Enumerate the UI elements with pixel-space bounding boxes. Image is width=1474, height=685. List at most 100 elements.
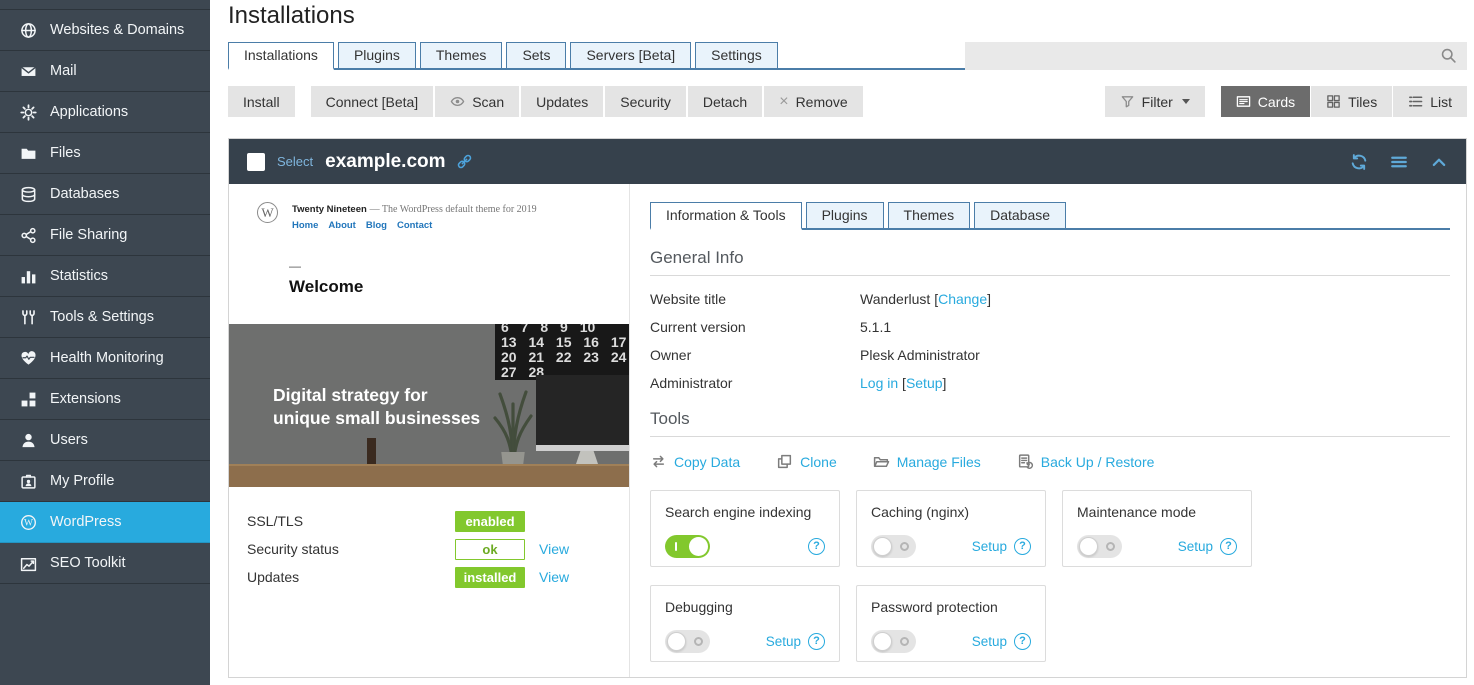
info-row-version: Current version 5.1.1 <box>650 319 1450 335</box>
view-tiles-button[interactable]: Tiles <box>1311 86 1392 117</box>
feature-card-password-protection: Password protection Setup? <box>856 585 1046 662</box>
sidebar-item-mail[interactable]: Mail <box>0 51 210 92</box>
help-icon[interactable]: ? <box>808 538 825 555</box>
view-link[interactable]: View <box>539 569 569 585</box>
list-view-icon <box>1408 94 1423 109</box>
x-icon: × <box>779 93 788 111</box>
password-setup-link[interactable]: Setup <box>972 634 1007 649</box>
status-row-ssl: SSL/TLS enabled <box>247 507 611 535</box>
search-engine-indexing-toggle[interactable] <box>665 535 710 558</box>
help-icon[interactable]: ? <box>1014 633 1031 650</box>
sidebar-item-my-profile[interactable]: My Profile <box>0 461 210 502</box>
backup-restore-link[interactable]: Back Up / Restore <box>1017 453 1155 470</box>
hero-monitor <box>536 375 629 451</box>
database-icon <box>20 186 37 203</box>
search-input[interactable] <box>965 42 1467 70</box>
action-button-group: Connect [Beta] Scan Updates Security Det… <box>311 86 863 117</box>
tab-settings[interactable]: Settings <box>695 42 778 68</box>
setup-link[interactable]: Setup <box>906 375 943 391</box>
view-list-button[interactable]: List <box>1393 86 1467 117</box>
sidebar-item-wordpress[interactable]: WordPress <box>0 502 210 543</box>
copy-data-link[interactable]: Copy Data <box>650 453 740 470</box>
feature-title: Password protection <box>871 599 1031 615</box>
site-preview-panel: W Twenty Nineteen — The WordPress defaul… <box>229 184 630 677</box>
sidebar-item-users[interactable]: Users <box>0 420 210 461</box>
refresh-icon[interactable] <box>1350 153 1368 171</box>
tab-themes[interactable]: Themes <box>420 42 503 68</box>
status-row-updates: Updates installed View <box>247 563 611 591</box>
tools-heading: Tools <box>650 409 1450 437</box>
select-checkbox[interactable] <box>247 153 265 171</box>
site-screenshot-header[interactable]: W Twenty Nineteen — The WordPress defaul… <box>229 184 629 324</box>
tab-information-tools[interactable]: Information & Tools <box>650 202 802 230</box>
tab-card-plugins[interactable]: Plugins <box>806 202 884 228</box>
main-tabs: Installations Plugins Themes Sets Server… <box>228 42 965 70</box>
gear-icon <box>20 104 37 121</box>
sidebar-item-extensions[interactable]: Extensions <box>0 379 210 420</box>
debugging-setup-link[interactable]: Setup <box>766 634 801 649</box>
hero-text: Digital strategy for unique small busine… <box>273 384 480 430</box>
sidebar-item-applications[interactable]: Applications <box>0 92 210 133</box>
password-protection-toggle[interactable] <box>871 630 916 653</box>
status-row-security: Security status ok View <box>247 535 611 563</box>
detach-button[interactable]: Detach <box>688 86 762 117</box>
install-button[interactable]: Install <box>228 86 295 117</box>
help-icon[interactable]: ? <box>808 633 825 650</box>
card-header: Select example.com <box>229 139 1466 184</box>
tab-servers-beta[interactable]: Servers [Beta] <box>570 42 691 68</box>
help-icon[interactable]: ? <box>1220 538 1237 555</box>
sidebar-item-websites-domains[interactable]: Websites & Domains <box>0 10 210 51</box>
tab-sets[interactable]: Sets <box>506 42 566 68</box>
help-icon[interactable]: ? <box>1014 538 1031 555</box>
wordpress-icon <box>20 514 37 531</box>
tab-card-database[interactable]: Database <box>974 202 1066 228</box>
caching-setup-link[interactable]: Setup <box>972 539 1007 554</box>
sidebar-item-statistics[interactable]: Statistics <box>0 256 210 297</box>
maintenance-setup-link[interactable]: Setup <box>1178 539 1213 554</box>
preview-nav-blog: Blog <box>366 220 387 231</box>
open-site-link[interactable] <box>456 153 473 170</box>
security-button[interactable]: Security <box>605 86 686 117</box>
tab-installations[interactable]: Installations <box>228 42 334 70</box>
tab-plugins[interactable]: Plugins <box>338 42 416 68</box>
view-link[interactable]: View <box>539 541 569 557</box>
scan-button[interactable]: Scan <box>435 86 519 117</box>
info-label: Owner <box>650 347 860 363</box>
remove-button[interactable]: × Remove <box>764 86 862 117</box>
manage-files-link[interactable]: Manage Files <box>873 453 981 470</box>
sidebar-item-label: Files <box>50 145 81 161</box>
connect-beta-button[interactable]: Connect [Beta] <box>311 86 434 117</box>
caching-toggle[interactable] <box>871 535 916 558</box>
preview-nav: Home About Blog Contact <box>292 220 537 231</box>
preview-nav-contact: Contact <box>397 220 432 231</box>
card-header-actions <box>1350 153 1448 171</box>
tab-card-themes[interactable]: Themes <box>888 202 971 228</box>
debugging-toggle[interactable] <box>665 630 710 653</box>
remove-label: Remove <box>796 94 848 110</box>
wrenches-icon <box>20 309 37 326</box>
log-in-link[interactable]: Log in <box>860 375 898 391</box>
view-cards-button[interactable]: Cards <box>1221 86 1310 117</box>
hero-monitor-stand <box>576 451 598 464</box>
info-label: Current version <box>650 319 860 335</box>
sidebar-item-file-sharing[interactable]: File Sharing <box>0 215 210 256</box>
change-link[interactable]: Change <box>938 291 987 307</box>
menu-icon[interactable] <box>1390 153 1408 171</box>
filter-button[interactable]: Filter <box>1105 86 1205 117</box>
info-row-owner: Owner Plesk Administrator <box>650 347 1450 363</box>
globe-icon <box>20 22 37 39</box>
collapse-icon[interactable] <box>1430 153 1448 171</box>
sidebar-item-seo-toolkit[interactable]: SEO Toolkit <box>0 543 210 584</box>
sidebar-item-label: SEO Toolkit <box>50 555 126 571</box>
select-label[interactable]: Select <box>277 154 313 169</box>
sidebar-item-files[interactable]: Files <box>0 133 210 174</box>
list-label: List <box>1430 94 1452 110</box>
updates-button[interactable]: Updates <box>521 86 603 117</box>
sidebar-item-tools-settings[interactable]: Tools & Settings <box>0 297 210 338</box>
sidebar-item-health-monitoring[interactable]: Health Monitoring <box>0 338 210 379</box>
search-icon[interactable] <box>1440 47 1457 64</box>
hero-bottle <box>367 438 376 464</box>
sidebar-item-databases[interactable]: Databases <box>0 174 210 215</box>
clone-link[interactable]: Clone <box>776 453 837 470</box>
maintenance-mode-toggle[interactable] <box>1077 535 1122 558</box>
